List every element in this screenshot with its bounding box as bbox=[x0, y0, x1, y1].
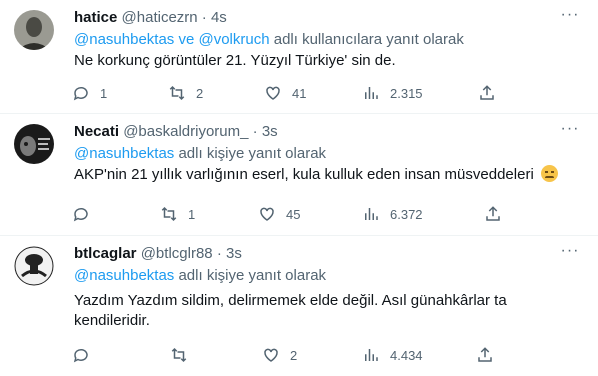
retweet-count: 1 bbox=[188, 206, 196, 222]
reply-context: @nasuhbektas adlı kişiye yanıt olarak bbox=[74, 145, 326, 162]
tweet-text: AKP'nin 21 yıllık varlığının eserl, kula… bbox=[74, 166, 534, 183]
user-handle[interactable]: @btlcglr88 bbox=[141, 245, 213, 262]
mention-link[interactable]: @nasuhbektas bbox=[74, 267, 174, 284]
reply-context-label: adlı kişiye yanıt olarak bbox=[178, 267, 327, 284]
separator: · bbox=[201, 9, 207, 26]
tweet[interactable]: hatice @haticezrn · 4s ··· @nasuhbektas … bbox=[0, 0, 598, 114]
action-bar: 1 2 41 2.315 bbox=[72, 84, 512, 104]
retweet-count: 2 bbox=[196, 85, 204, 101]
retweet-button[interactable]: 1 bbox=[160, 205, 195, 223]
separator: · bbox=[216, 245, 222, 262]
user-handle[interactable]: @baskaldriyorum_ bbox=[123, 123, 248, 140]
tweet[interactable]: btlcaglar @btlcglr88 · 3s ··· @nasuhbekt… bbox=[0, 236, 598, 376]
like-count: 2 bbox=[290, 347, 298, 363]
tweet-header: Necati @baskaldriyorum_ · 3s bbox=[74, 123, 278, 140]
share-button[interactable] bbox=[476, 346, 500, 364]
reply-icon bbox=[73, 207, 88, 222]
reply-icon bbox=[73, 348, 88, 363]
tweet-header: hatice @haticezrn · 4s bbox=[74, 9, 227, 26]
avatar[interactable] bbox=[14, 246, 54, 286]
action-bar: 1 45 6.372 bbox=[72, 205, 512, 225]
share-icon bbox=[486, 206, 500, 221]
avatar[interactable] bbox=[14, 10, 54, 50]
reply-context-label: adlı kişiye yanıt olarak bbox=[178, 145, 327, 162]
views-button[interactable]: 4.434 bbox=[362, 346, 423, 364]
views-icon bbox=[365, 208, 378, 220]
tweet-text-wrapper: AKP'nin 21 yıllık varlığının eserl, kula… bbox=[74, 165, 574, 185]
share-icon bbox=[478, 347, 492, 362]
like-button[interactable]: 41 bbox=[264, 84, 306, 102]
display-name[interactable]: hatice bbox=[74, 9, 117, 26]
heart-icon bbox=[266, 86, 280, 100]
view-count: 4.434 bbox=[390, 347, 423, 363]
retweet-button[interactable]: 2 bbox=[168, 84, 203, 102]
retweet-icon bbox=[169, 85, 185, 101]
views-button[interactable]: 2.315 bbox=[362, 84, 423, 102]
view-count: 2.315 bbox=[390, 85, 423, 101]
view-count: 6.372 bbox=[390, 206, 423, 222]
share-icon bbox=[480, 85, 494, 100]
retweet-button[interactable] bbox=[170, 346, 198, 364]
reply-button[interactable]: 1 bbox=[72, 84, 107, 102]
heart-icon bbox=[260, 207, 274, 221]
action-bar: 2 4.434 bbox=[72, 346, 512, 366]
reply-context-label: adlı kullanıcılara yanıt olarak bbox=[273, 31, 464, 48]
reply-context: @nasuhbektas ve @volkruch adlı kullanıcı… bbox=[74, 31, 464, 48]
like-count: 45 bbox=[286, 206, 301, 222]
timestamp[interactable]: 3s bbox=[262, 123, 278, 140]
display-name[interactable]: btlcaglar bbox=[74, 245, 137, 262]
share-button[interactable] bbox=[478, 84, 502, 102]
mention-link[interactable]: @nasuhbektas bbox=[74, 145, 174, 162]
display-name[interactable]: Necati bbox=[74, 123, 119, 140]
avatar[interactable] bbox=[14, 124, 54, 164]
more-icon[interactable]: ··· bbox=[560, 7, 580, 24]
retweet-icon bbox=[171, 347, 187, 363]
timestamp[interactable]: 4s bbox=[211, 9, 227, 26]
reply-count: 1 bbox=[100, 85, 108, 101]
retweet-icon bbox=[161, 206, 177, 222]
separator: · bbox=[252, 123, 258, 140]
tweet-header: btlcaglar @btlcglr88 · 3s bbox=[74, 245, 242, 262]
reply-context: @nasuhbektas adlı kişiye yanıt olarak bbox=[74, 267, 326, 284]
views-icon bbox=[365, 87, 378, 99]
share-button[interactable] bbox=[484, 205, 508, 223]
views-button[interactable]: 6.372 bbox=[362, 205, 423, 223]
like-button[interactable]: 45 bbox=[258, 205, 300, 223]
more-icon[interactable]: ··· bbox=[560, 243, 580, 260]
more-icon[interactable]: ··· bbox=[560, 121, 580, 138]
reply-button[interactable] bbox=[72, 346, 100, 364]
tweet-text: Yazdım Yazdım sildim, delirmemek elde de… bbox=[74, 292, 507, 329]
reply-icon bbox=[73, 86, 88, 101]
angry-face-emoji-icon bbox=[540, 165, 558, 182]
mention-link[interactable]: @nasuhbektas ve @volkruch bbox=[74, 31, 270, 48]
user-handle[interactable]: @haticezrn bbox=[122, 9, 198, 26]
heart-icon bbox=[264, 348, 278, 362]
timestamp[interactable]: 3s bbox=[226, 245, 242, 262]
tweet[interactable]: Necati @baskaldriyorum_ · 3s ··· @nasuhb… bbox=[0, 114, 598, 236]
views-icon bbox=[365, 349, 378, 361]
like-count: 41 bbox=[292, 85, 307, 101]
reply-button[interactable] bbox=[72, 205, 100, 223]
tweet-text: Ne korkunç görüntüler 21. Yüzyıl Türkiye… bbox=[74, 52, 396, 69]
like-button[interactable]: 2 bbox=[262, 346, 297, 364]
